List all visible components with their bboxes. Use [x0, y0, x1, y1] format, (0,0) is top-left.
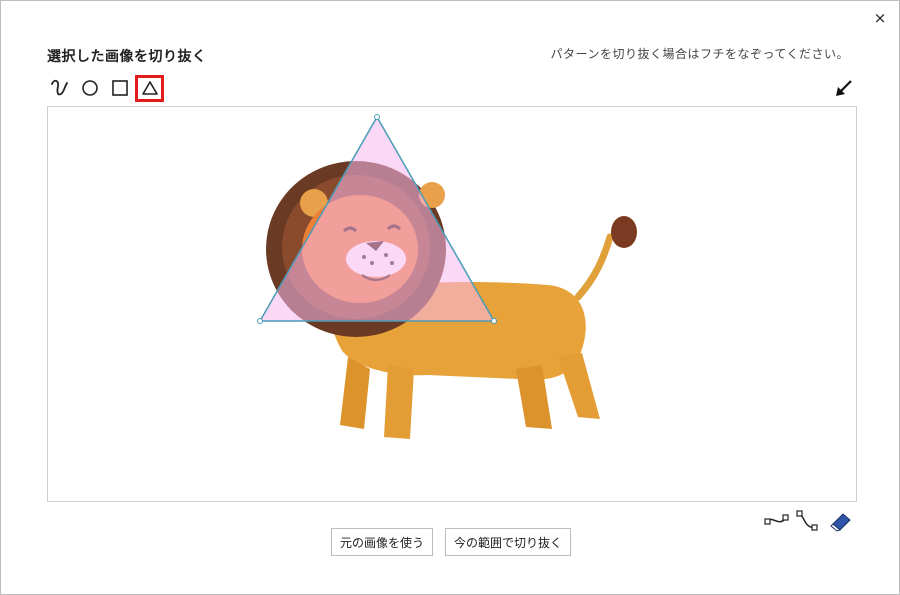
triangle-tool-button[interactable] — [135, 74, 164, 102]
selection-handle-left[interactable] — [257, 318, 263, 324]
trace-hint-text: パターンを切り抜く場合はフチをなぞってください。 — [550, 47, 849, 61]
freehand-icon — [51, 79, 68, 96]
shape-toolbar — [45, 73, 164, 103]
square-tool-button[interactable] — [105, 74, 135, 102]
triangle-icon — [141, 81, 158, 95]
square-icon — [112, 80, 128, 96]
arrow-down-left-icon — [836, 80, 852, 96]
crop-current-button[interactable]: 今の範囲で切り抜く — [445, 528, 572, 556]
lion-image — [257, 114, 637, 439]
selection-handle-top[interactable] — [374, 114, 380, 120]
close-button[interactable]: × — [871, 9, 889, 27]
circle-tool-button[interactable] — [75, 74, 105, 102]
use-original-button[interactable]: 元の画像を使う — [330, 528, 433, 556]
arrow-down-left-button[interactable] — [833, 77, 855, 99]
crop-canvas[interactable] — [47, 106, 857, 502]
action-buttons: 元の画像を使う 今の範囲で切り抜く — [1, 528, 900, 556]
selection-handle-right[interactable] — [491, 318, 497, 324]
freehand-tool-button[interactable] — [45, 74, 75, 102]
dialog-title: 選択した画像を切り抜く — [47, 49, 207, 65]
circle-icon — [82, 80, 98, 96]
crop-dialog: × 選択した画像を切り抜く パターンを切り抜く場合はフチをなぞってください。 元… — [0, 0, 900, 595]
